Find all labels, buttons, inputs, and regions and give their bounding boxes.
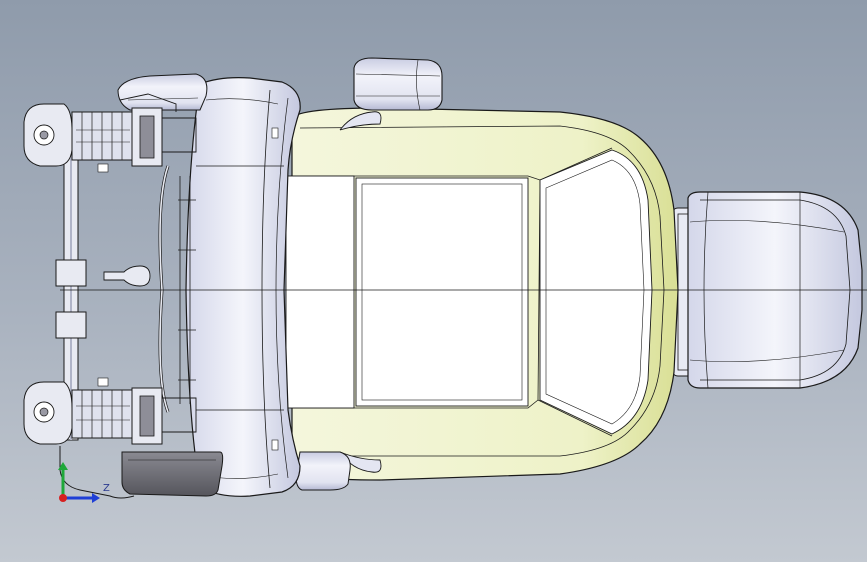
- recline-knob-bottom[interactable]: [295, 451, 351, 491]
- triad-z-label: Z: [103, 483, 110, 494]
- triad-y-arrow: [58, 462, 68, 470]
- side-trim-top[interactable]: [117, 73, 208, 111]
- triad-x-arrow: [92, 493, 100, 503]
- seat-back-shell[interactable]: [285, 107, 679, 481]
- seat-front-cover[interactable]: [185, 77, 301, 497]
- triad-origin: [59, 494, 67, 502]
- cad-viewport[interactable]: Z: [0, 0, 867, 562]
- recline-knob-top[interactable]: [353, 57, 443, 111]
- side-trim-bottom[interactable]: [121, 451, 224, 497]
- seat-assembly-model[interactable]: [0, 0, 867, 562]
